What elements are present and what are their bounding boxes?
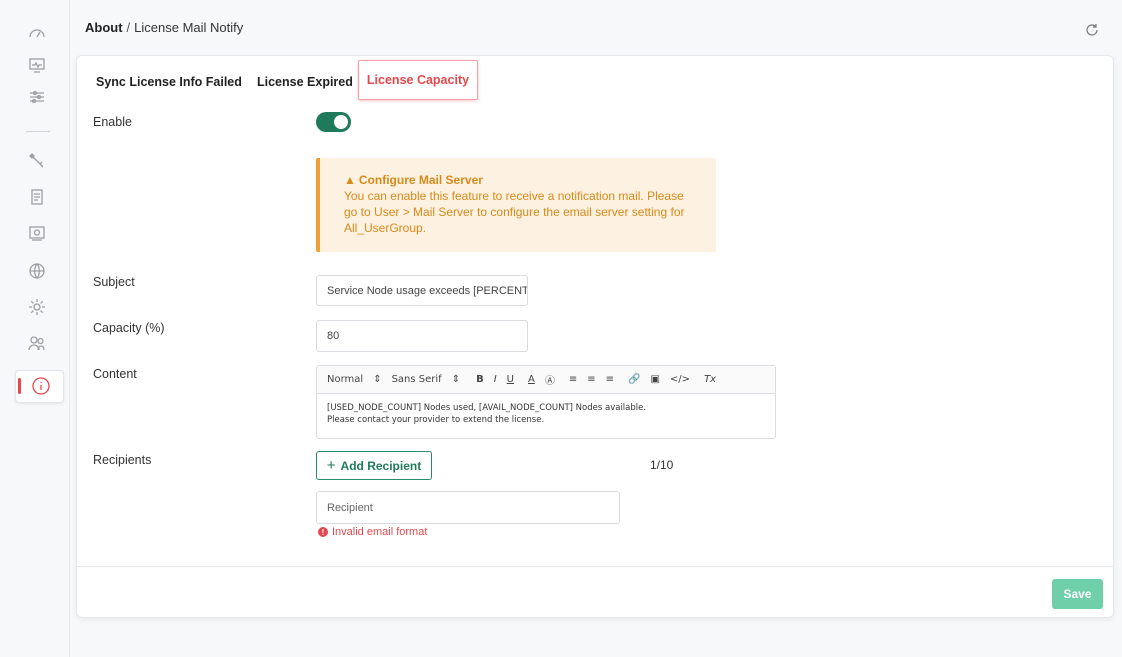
footer-divider <box>77 566 1113 567</box>
warning-icon: ▲ <box>344 173 356 187</box>
breadcrumb-current: License Mail Notify <box>134 20 244 35</box>
bullet-list-button[interactable]: ≡ <box>587 374 595 385</box>
dashboard-icon[interactable] <box>26 22 48 44</box>
enable-toggle[interactable] <box>316 112 351 132</box>
document-icon[interactable] <box>26 186 48 208</box>
content-editor[interactable]: Normal ⇕ Sans Serif ⇕ B I U A Ⓐ ≡ ≡ ≡ 🔗 … <box>316 365 776 439</box>
mail-server-alert: ▲ Configure Mail Server You can enable th… <box>316 158 716 252</box>
editor-body[interactable]: [USED_NODE_COUNT] Nodes used, [AVAIL_NOD… <box>317 394 775 434</box>
sliders-icon[interactable] <box>26 86 48 108</box>
image-icon[interactable]: ▣ <box>650 374 659 385</box>
capacity-input[interactable]: 80 <box>316 320 528 352</box>
bold-button[interactable]: B <box>476 374 484 385</box>
capacity-label: Capacity (%) <box>93 321 165 335</box>
editor-line-1: [USED_NODE_COUNT] Nodes used, [AVAIL_NOD… <box>327 403 647 413</box>
subject-label: Subject <box>93 275 135 289</box>
clear-format-icon[interactable]: Tx <box>704 374 716 385</box>
alert-title: Configure Mail Server <box>358 173 483 187</box>
toggle-knob <box>334 115 348 129</box>
breadcrumb-separator: / <box>126 20 131 35</box>
editor-line-2: Please contact your provider to extend t… <box>327 415 545 425</box>
editor-toolbar: Normal ⇕ Sans Serif ⇕ B I U A Ⓐ ≡ ≡ ≡ 🔗 … <box>317 366 775 394</box>
license-icon[interactable] <box>26 222 48 244</box>
italic-button[interactable]: I <box>494 374 497 385</box>
font-select[interactable]: Sans Serif <box>392 374 442 385</box>
info-icon[interactable] <box>30 375 52 397</box>
text-color-button[interactable]: A <box>528 374 535 385</box>
sidebar-divider <box>26 131 50 132</box>
header-select-caret[interactable]: ⇕ <box>373 374 381 385</box>
tab-license-expired[interactable]: License Expired <box>257 75 353 89</box>
sidebar <box>0 0 70 657</box>
error-icon: ! <box>318 527 328 537</box>
settings-card: Sync License Info Failed License Expired… <box>76 55 1114 618</box>
link-icon[interactable]: 🔗 <box>628 374 640 385</box>
error-message: Invalid email format <box>332 526 428 538</box>
add-recipient-button[interactable]: + Add Recipient <box>316 451 432 480</box>
active-indicator <box>18 378 21 394</box>
globe-icon[interactable] <box>26 260 48 282</box>
tab-license-capacity[interactable]: License Capacity <box>358 60 478 100</box>
wrench-icon[interactable] <box>26 150 48 172</box>
tab-sync-license-info-failed[interactable]: Sync License Info Failed <box>96 75 242 89</box>
recipient-counter: 1/10 <box>650 458 674 472</box>
enable-label: Enable <box>93 115 132 129</box>
top-bar: About / License Mail Notify <box>70 0 1122 55</box>
code-icon[interactable]: </> <box>670 374 690 385</box>
breadcrumb-root[interactable]: About <box>85 20 123 35</box>
ordered-list-button[interactable]: ≡ <box>569 374 577 385</box>
users-icon[interactable] <box>26 332 48 354</box>
alert-message: You can enable this feature to receive a… <box>344 189 685 235</box>
refresh-icon[interactable] <box>1084 22 1100 38</box>
align-button[interactable]: ≡ <box>606 374 614 385</box>
recipients-label: Recipients <box>93 453 152 467</box>
background-color-button[interactable]: Ⓐ <box>545 372 555 387</box>
save-button[interactable]: Save <box>1052 579 1103 609</box>
recipient-input[interactable]: Recipient <box>316 491 620 524</box>
underline-button[interactable]: U <box>507 374 514 385</box>
content-label: Content <box>93 367 137 381</box>
header-select[interactable]: Normal <box>327 374 363 385</box>
monitor-icon[interactable] <box>26 54 48 76</box>
email-error: ! Invalid email format <box>318 526 427 538</box>
breadcrumb: About / License Mail Notify <box>85 20 243 35</box>
plus-icon: + <box>326 457 336 474</box>
subject-input[interactable]: Service Node usage exceeds [PERCENT. <box>316 275 528 306</box>
font-select-caret[interactable]: ⇕ <box>452 374 460 385</box>
gear-icon[interactable] <box>26 296 48 318</box>
add-recipient-label: Add Recipient <box>340 458 422 473</box>
